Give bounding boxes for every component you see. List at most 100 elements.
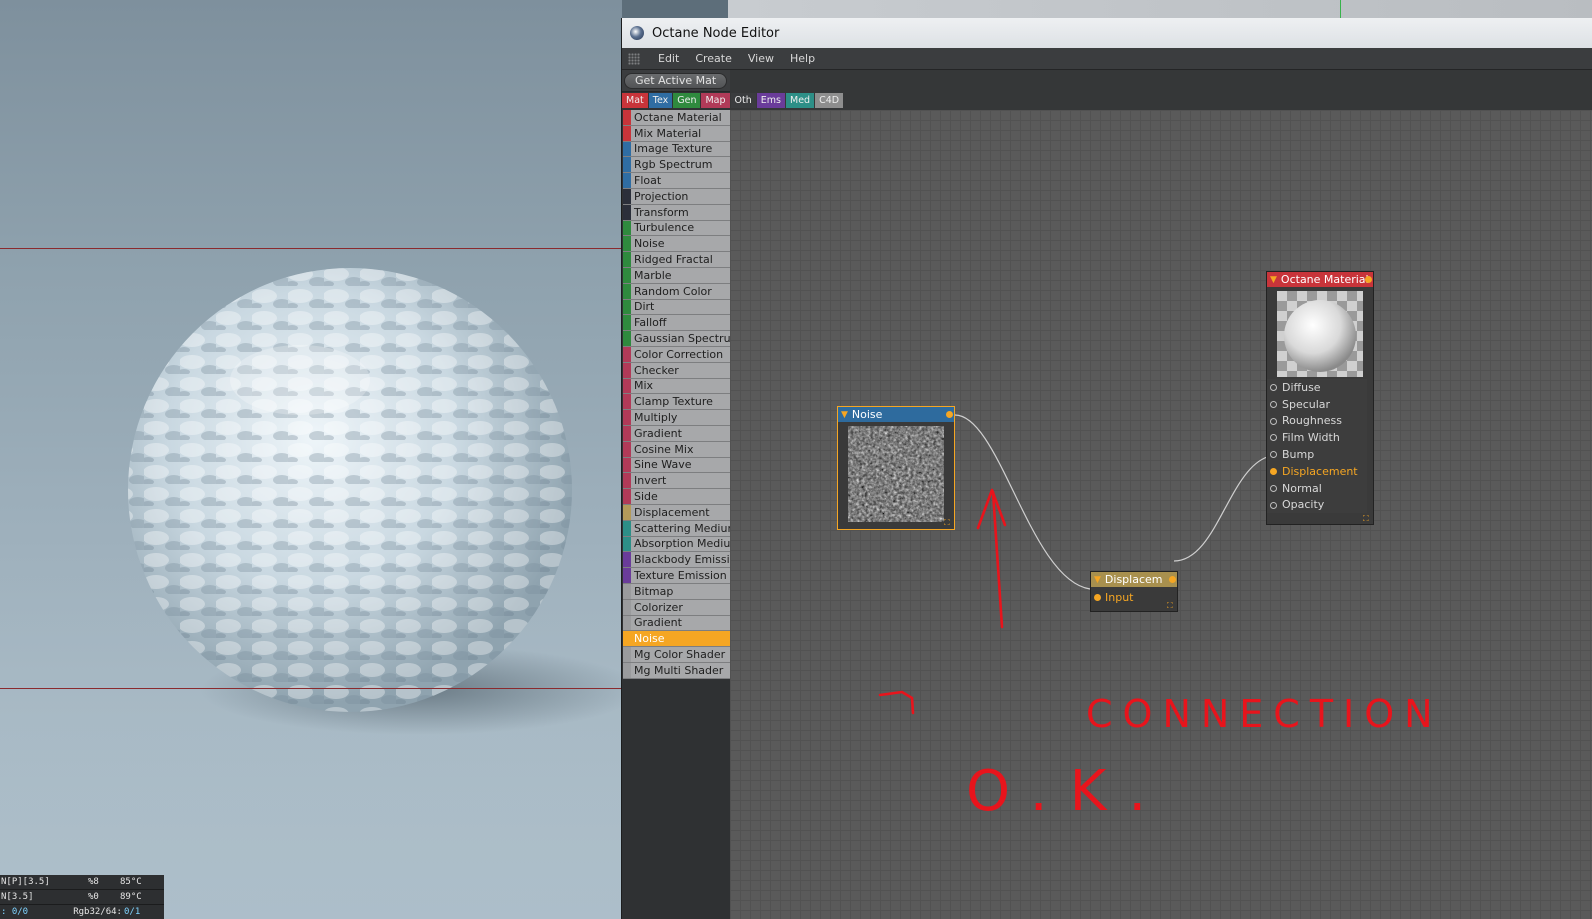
node-list-item[interactable]: Checker [623, 362, 731, 379]
grip-icon[interactable] [628, 52, 640, 65]
node-list-item[interactable]: Marble [623, 267, 731, 284]
displacement-input-port[interactable] [1094, 594, 1101, 601]
node-list-item[interactable]: Octane Material [623, 110, 731, 126]
node-list-item[interactable]: Noise [623, 236, 731, 253]
tab-map[interactable]: Map [701, 93, 730, 108]
node-list-item[interactable]: Gradient [623, 615, 731, 632]
node-list-item[interactable]: Random Color [623, 283, 731, 300]
tab-ems[interactable]: Ems [756, 93, 785, 108]
node-list-item[interactable]: Falloff [623, 315, 731, 332]
collapse-triangle-icon[interactable]: ▼ [1094, 575, 1101, 585]
node-list-item[interactable]: Transform [623, 204, 731, 221]
node-list-item[interactable]: Clamp Texture [623, 394, 731, 411]
node-list-item[interactable]: Multiply [623, 410, 731, 426]
resize-handle-icon[interactable]: ⛶ [1363, 515, 1371, 523]
material-port-row[interactable]: Bump [1267, 446, 1367, 463]
tab-tex[interactable]: Tex [648, 93, 673, 108]
displacement-node[interactable]: ▼ Displacem Input ⛶ [1090, 571, 1178, 612]
material-input-port[interactable] [1270, 384, 1277, 391]
node-list-item[interactable]: Side [623, 489, 731, 505]
noise-output-port[interactable] [946, 411, 953, 418]
menu-edit[interactable]: Edit [650, 52, 687, 65]
get-active-mat-button[interactable]: Get Active Mat [624, 72, 728, 89]
resize-handle-icon[interactable]: ⛶ [1167, 602, 1175, 610]
node-list-item[interactable]: Gradient [623, 425, 731, 442]
category-swatch [623, 283, 631, 299]
render-viewport[interactable]: N[P][3.5] %8 85°C N[3.5] %0 89°C : 0/0 R… [0, 0, 622, 919]
material-input-port[interactable] [1270, 501, 1277, 509]
material-input-port[interactable] [1270, 400, 1277, 408]
tab-oth[interactable]: Oth [730, 93, 756, 108]
node-list-item[interactable]: Blackbody Emission [623, 552, 731, 569]
material-input-port[interactable] [1270, 451, 1277, 459]
material-port-row[interactable]: Displacement [1267, 462, 1367, 480]
node-list-item[interactable]: Dirt [623, 299, 731, 316]
noise-node-title: Noise [851, 408, 883, 421]
category-swatch [623, 631, 631, 647]
material-port-row[interactable]: Roughness [1267, 412, 1367, 430]
node-list-item[interactable]: Cosine Mix [623, 441, 731, 458]
node-list-item[interactable]: Mix Material [623, 125, 731, 142]
node-list-item-label: Clamp Texture [634, 395, 713, 409]
tab-med[interactable]: Med [786, 93, 815, 108]
material-port-row[interactable]: Film Width [1267, 429, 1367, 447]
node-list-item[interactable]: Rgb Spectrum [623, 157, 731, 174]
material-node-header[interactable]: ▼ Octane Material [1267, 272, 1373, 287]
tab-gen[interactable]: Gen [673, 93, 701, 108]
material-port-row[interactable]: Specular [1267, 395, 1367, 413]
stats-temp: 85°C [120, 877, 142, 887]
material-port-row[interactable]: Opacity [1267, 496, 1367, 514]
material-input-port[interactable] [1270, 417, 1277, 425]
tab-mat[interactable]: Mat [622, 93, 648, 108]
noise-node-header[interactable]: ▼ Noise [838, 407, 954, 422]
viewport-guide-bottom [0, 688, 622, 689]
node-list-item[interactable]: Ridged Fractal [623, 252, 731, 268]
menu-view[interactable]: View [740, 52, 782, 65]
node-list-item[interactable]: Color Correction [623, 346, 731, 363]
node-list-item[interactable]: Mg Color Shader [623, 647, 731, 663]
category-swatch [623, 425, 631, 441]
node-list-item[interactable]: Mg Multi Shader [623, 662, 731, 679]
displacement-input-row[interactable]: Input [1091, 589, 1177, 606]
material-input-port[interactable] [1270, 484, 1277, 492]
menu-help[interactable]: Help [782, 52, 823, 65]
node-list-item[interactable]: Scattering Medium [623, 520, 731, 537]
node-list-item-label: Side [634, 490, 658, 504]
node-list-item[interactable]: Texture Emission [623, 568, 731, 584]
node-list-item[interactable]: Float [623, 173, 731, 189]
collapse-triangle-icon[interactable]: ▼ [841, 410, 848, 420]
node-list-item[interactable]: Absorption Medium [623, 536, 731, 553]
title-bar[interactable]: Octane Node Editor [622, 18, 1592, 48]
node-canvas[interactable]: ▼ Noise ⛶ ▼ Displacem Input ⛶ ▼ Octane M… [730, 110, 1592, 919]
node-list-item[interactable]: Projection [623, 188, 731, 205]
node-list-item[interactable]: Image Texture [623, 141, 731, 158]
material-output-port[interactable] [1365, 276, 1372, 283]
node-list-item[interactable]: Invert [623, 473, 731, 490]
node-list-item[interactable]: Noise [623, 631, 731, 648]
material-input-port[interactable] [1270, 434, 1277, 442]
node-list-item[interactable]: Gaussian Spectrum [623, 331, 731, 347]
node-list-item-label: Blackbody Emission [634, 553, 731, 567]
category-swatch [623, 615, 631, 631]
wire-displacement-to-material [1173, 454, 1279, 562]
displacement-node-header[interactable]: ▼ Displacem [1091, 572, 1177, 587]
noise-node[interactable]: ▼ Noise ⛶ [837, 406, 955, 530]
category-swatch [623, 504, 631, 520]
material-port-row[interactable]: Normal [1267, 479, 1367, 497]
node-list-item-label: Sine Wave [634, 458, 692, 472]
menu-create[interactable]: Create [687, 52, 740, 65]
node-list-item[interactable]: Colorizer [623, 599, 731, 616]
material-port-row[interactable]: Diffuse [1267, 379, 1367, 396]
node-list-item[interactable]: Sine Wave [623, 457, 731, 474]
material-input-port[interactable] [1270, 467, 1277, 475]
collapse-triangle-icon[interactable]: ▼ [1270, 275, 1277, 285]
octane-material-node[interactable]: ▼ Octane Material Diffuse Specular Rough… [1266, 271, 1374, 525]
tab-c4d[interactable]: C4D [815, 93, 844, 108]
resize-handle-icon[interactable]: ⛶ [944, 519, 952, 527]
node-list-item[interactable]: Bitmap [623, 583, 731, 600]
node-list-item[interactable]: Turbulence [623, 220, 731, 237]
node-list-item[interactable]: Displacement [623, 504, 731, 521]
stats-row: N[P][3.5] %8 85°C [0, 875, 164, 890]
node-list-item[interactable]: Mix [623, 378, 731, 395]
displacement-output-port[interactable] [1169, 576, 1176, 583]
